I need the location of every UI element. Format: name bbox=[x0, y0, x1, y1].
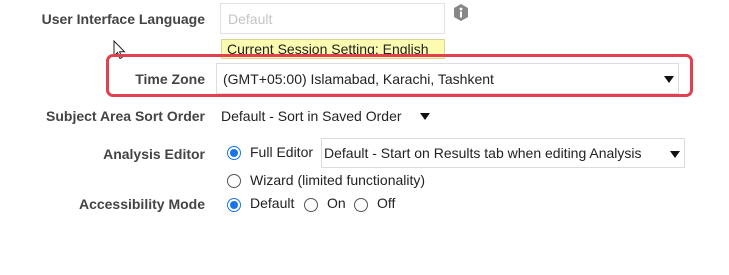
analysis-editor-select[interactable]: Default - Start on Results tab when edit… bbox=[321, 138, 685, 168]
accessibility-on-radio[interactable] bbox=[304, 198, 318, 212]
full-editor-radio[interactable] bbox=[227, 146, 241, 160]
chevron-down-icon bbox=[670, 151, 680, 158]
accessibility-default-radio[interactable] bbox=[227, 198, 241, 212]
ui-language-field: Default bbox=[220, 3, 445, 34]
wizard-label: Wizard (limited functionality) bbox=[250, 172, 426, 188]
highlight-annotation bbox=[106, 54, 693, 97]
accessibility-off-radio[interactable] bbox=[354, 198, 368, 212]
wizard-radio[interactable] bbox=[227, 174, 241, 188]
chevron-down-icon bbox=[420, 113, 430, 120]
ui-language-label: User Interface Language bbox=[41, 11, 205, 27]
accessibility-off-label: Off bbox=[377, 195, 396, 211]
info-icon[interactable] bbox=[452, 3, 470, 23]
sort-order-select[interactable]: Default - Sort in Saved Order bbox=[221, 105, 435, 127]
accessibility-mode-label: Accessibility Mode bbox=[78, 196, 205, 212]
analysis-editor-label: Analysis Editor bbox=[103, 146, 205, 162]
ui-language-value: Default bbox=[228, 11, 273, 27]
accessibility-on-label: On bbox=[327, 195, 346, 211]
sort-order-value: Default - Sort in Saved Order bbox=[221, 108, 402, 124]
analysis-editor-value: Default - Start on Results tab when edit… bbox=[324, 145, 642, 161]
accessibility-default-label: Default bbox=[250, 195, 295, 211]
sort-order-label: Subject Area Sort Order bbox=[46, 108, 205, 124]
full-editor-label: Full Editor bbox=[250, 144, 314, 160]
